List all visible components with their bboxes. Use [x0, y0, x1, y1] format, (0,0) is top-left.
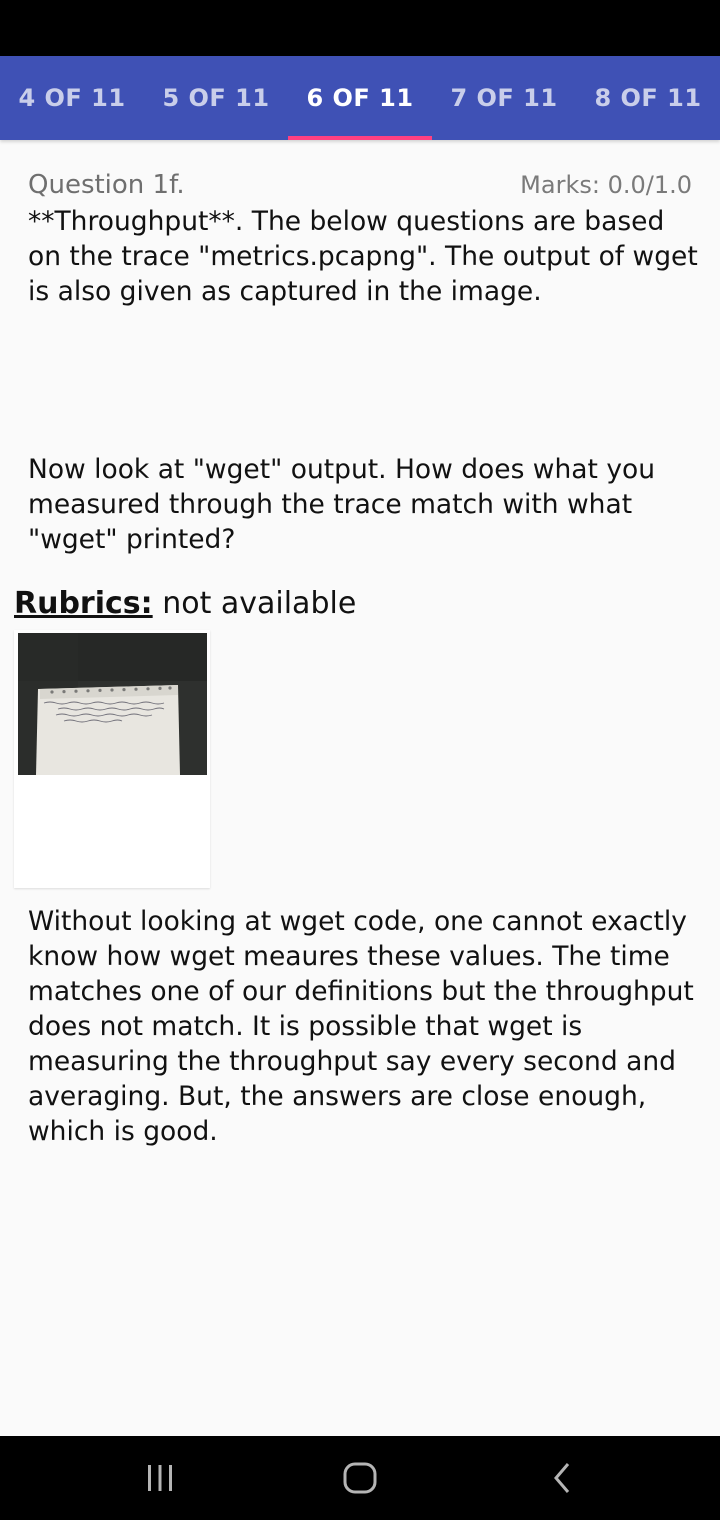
question-tab-bar: 4 OF 11 5 OF 11 6 OF 11 7 OF 11 8 OF 11 — [0, 56, 720, 140]
question-subtext: Now look at "wget" output. How does what… — [28, 454, 656, 555]
tab-label: 8 OF 11 — [594, 84, 702, 112]
home-button[interactable] — [300, 1436, 420, 1520]
tab-question-7[interactable]: 7 OF 11 — [432, 56, 576, 140]
rubrics-value: not available — [162, 586, 357, 621]
rubrics-line: Rubrics: not available — [14, 586, 356, 621]
active-tab-indicator — [288, 136, 432, 140]
rubrics-label: Rubrics: — [14, 586, 153, 621]
question-marks: Marks: 0.0/1.0 — [520, 171, 692, 199]
system-nav-bar — [0, 1436, 720, 1520]
tab-label: 7 OF 11 — [450, 84, 558, 112]
tab-label: 5 OF 11 — [162, 84, 270, 112]
handwritten-note-photo-thumbnail[interactable] — [18, 633, 207, 775]
tab-question-6[interactable]: 6 OF 11 — [288, 56, 432, 140]
question-text: **Throughput**. The below questions are … — [28, 206, 698, 307]
question-header: Question 1f. Marks: 0.0/1.0 — [28, 170, 692, 200]
tab-label: 6 OF 11 — [306, 84, 414, 112]
home-icon — [343, 1462, 377, 1494]
recent-apps-icon — [148, 1465, 172, 1491]
answer-text: Without looking at wget code, one cannot… — [28, 906, 694, 1147]
tab-label: 4 OF 11 — [18, 84, 126, 112]
status-bar — [0, 0, 720, 56]
photo-image — [18, 633, 207, 775]
question-title: Question 1f. — [28, 170, 185, 200]
recent-apps-button[interactable] — [100, 1436, 220, 1520]
tab-question-4[interactable]: 4 OF 11 — [0, 56, 144, 140]
tab-question-8[interactable]: 8 OF 11 — [576, 56, 720, 140]
back-icon — [554, 1463, 570, 1493]
back-button[interactable] — [502, 1436, 622, 1520]
attachment-card[interactable] — [14, 630, 210, 888]
tab-question-5[interactable]: 5 OF 11 — [144, 56, 288, 140]
